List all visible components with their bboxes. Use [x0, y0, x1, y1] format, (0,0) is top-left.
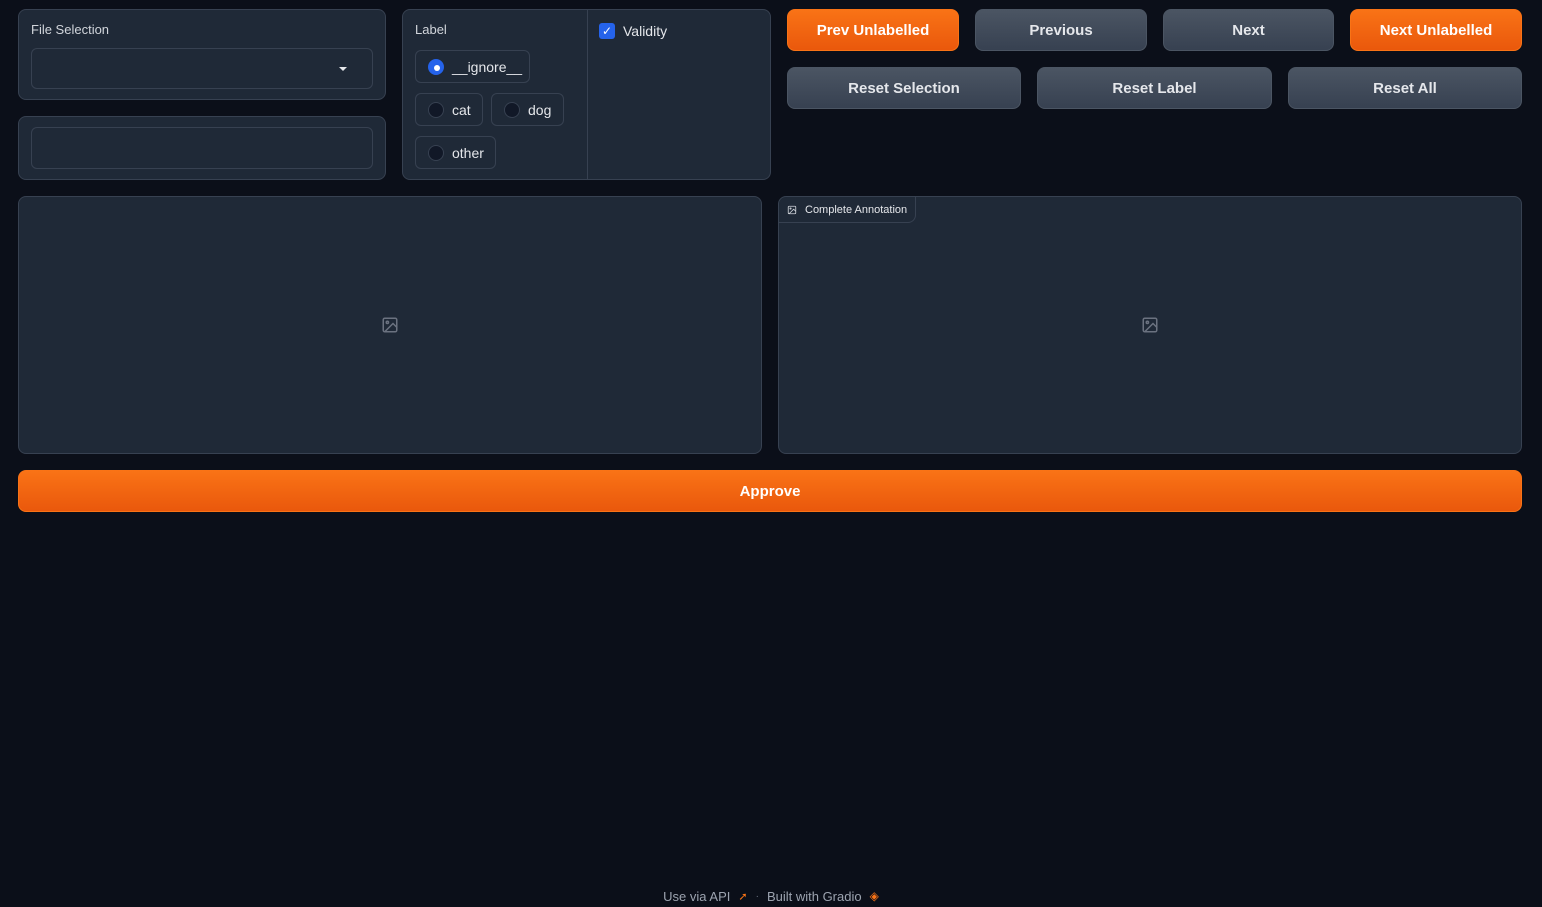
text-field-panel: [18, 116, 386, 180]
radio-option-other[interactable]: other: [415, 136, 496, 169]
radio-option-label: cat: [452, 101, 471, 118]
text-input[interactable]: [31, 127, 373, 169]
image-placeholder-icon: [382, 317, 398, 333]
file-selection-label: File Selection: [31, 22, 110, 37]
checkmark-icon: ✓: [599, 23, 615, 39]
image-panel-left[interactable]: [18, 196, 762, 454]
image-icon: [787, 205, 797, 214]
radio-option-ignore[interactable]: __ignore__: [415, 50, 530, 83]
file-selection-panel: File Selection: [18, 9, 386, 100]
chevron-down-icon: [339, 67, 347, 71]
file-selection-dropdown[interactable]: [31, 48, 373, 89]
reset-all-button[interactable]: Reset All: [1288, 67, 1522, 109]
app-root: File Selection Label __ignore__ cat dog …: [0, 0, 1542, 907]
next-button[interactable]: Next: [1163, 9, 1334, 51]
radio-dot-icon: [428, 144, 444, 161]
reset-selection-button[interactable]: Reset Selection: [787, 67, 1021, 109]
validity-checkbox[interactable]: ✓ Validity: [599, 23, 667, 39]
prev-unlabelled-button[interactable]: Prev Unlabelled: [787, 9, 959, 51]
image-panel-right[interactable]: Complete Annotation: [778, 196, 1522, 454]
footer: Use via API ➚ · Built with Gradio ◈: [0, 886, 1542, 906]
gradio-logo-icon: ◈: [869, 889, 879, 903]
image-tag-label: Complete Annotation: [805, 203, 908, 216]
next-unlabelled-button[interactable]: Next Unlabelled: [1350, 9, 1522, 51]
use-api-link[interactable]: Use via API: [663, 889, 730, 904]
radio-dot-icon: [428, 58, 444, 75]
validity-label: Validity: [623, 23, 668, 39]
footer-separator: ·: [755, 890, 759, 902]
built-with-gradio-link[interactable]: Built with Gradio: [767, 889, 862, 904]
previous-button[interactable]: Previous: [975, 9, 1147, 51]
approve-button[interactable]: Approve: [18, 470, 1522, 512]
image-placeholder-icon: [1142, 317, 1158, 333]
label-panel: Label __ignore__ cat dog other ✓ Validit…: [402, 9, 771, 180]
image-tag: Complete Annotation: [779, 197, 917, 223]
reset-label-button[interactable]: Reset Label: [1037, 67, 1272, 109]
label-group-label: Label: [415, 22, 447, 37]
radio-option-label: __ignore__: [452, 58, 523, 75]
radio-option-label: other: [452, 144, 484, 161]
radio-option-label: dog: [528, 101, 552, 118]
radio-dot-icon: [428, 101, 444, 118]
rocket-icon: ➚: [738, 890, 748, 903]
radio-option-dog[interactable]: dog: [491, 93, 564, 126]
radio-option-cat[interactable]: cat: [415, 93, 483, 126]
radio-dot-icon: [504, 101, 520, 118]
label-panel-divider: [587, 10, 588, 179]
